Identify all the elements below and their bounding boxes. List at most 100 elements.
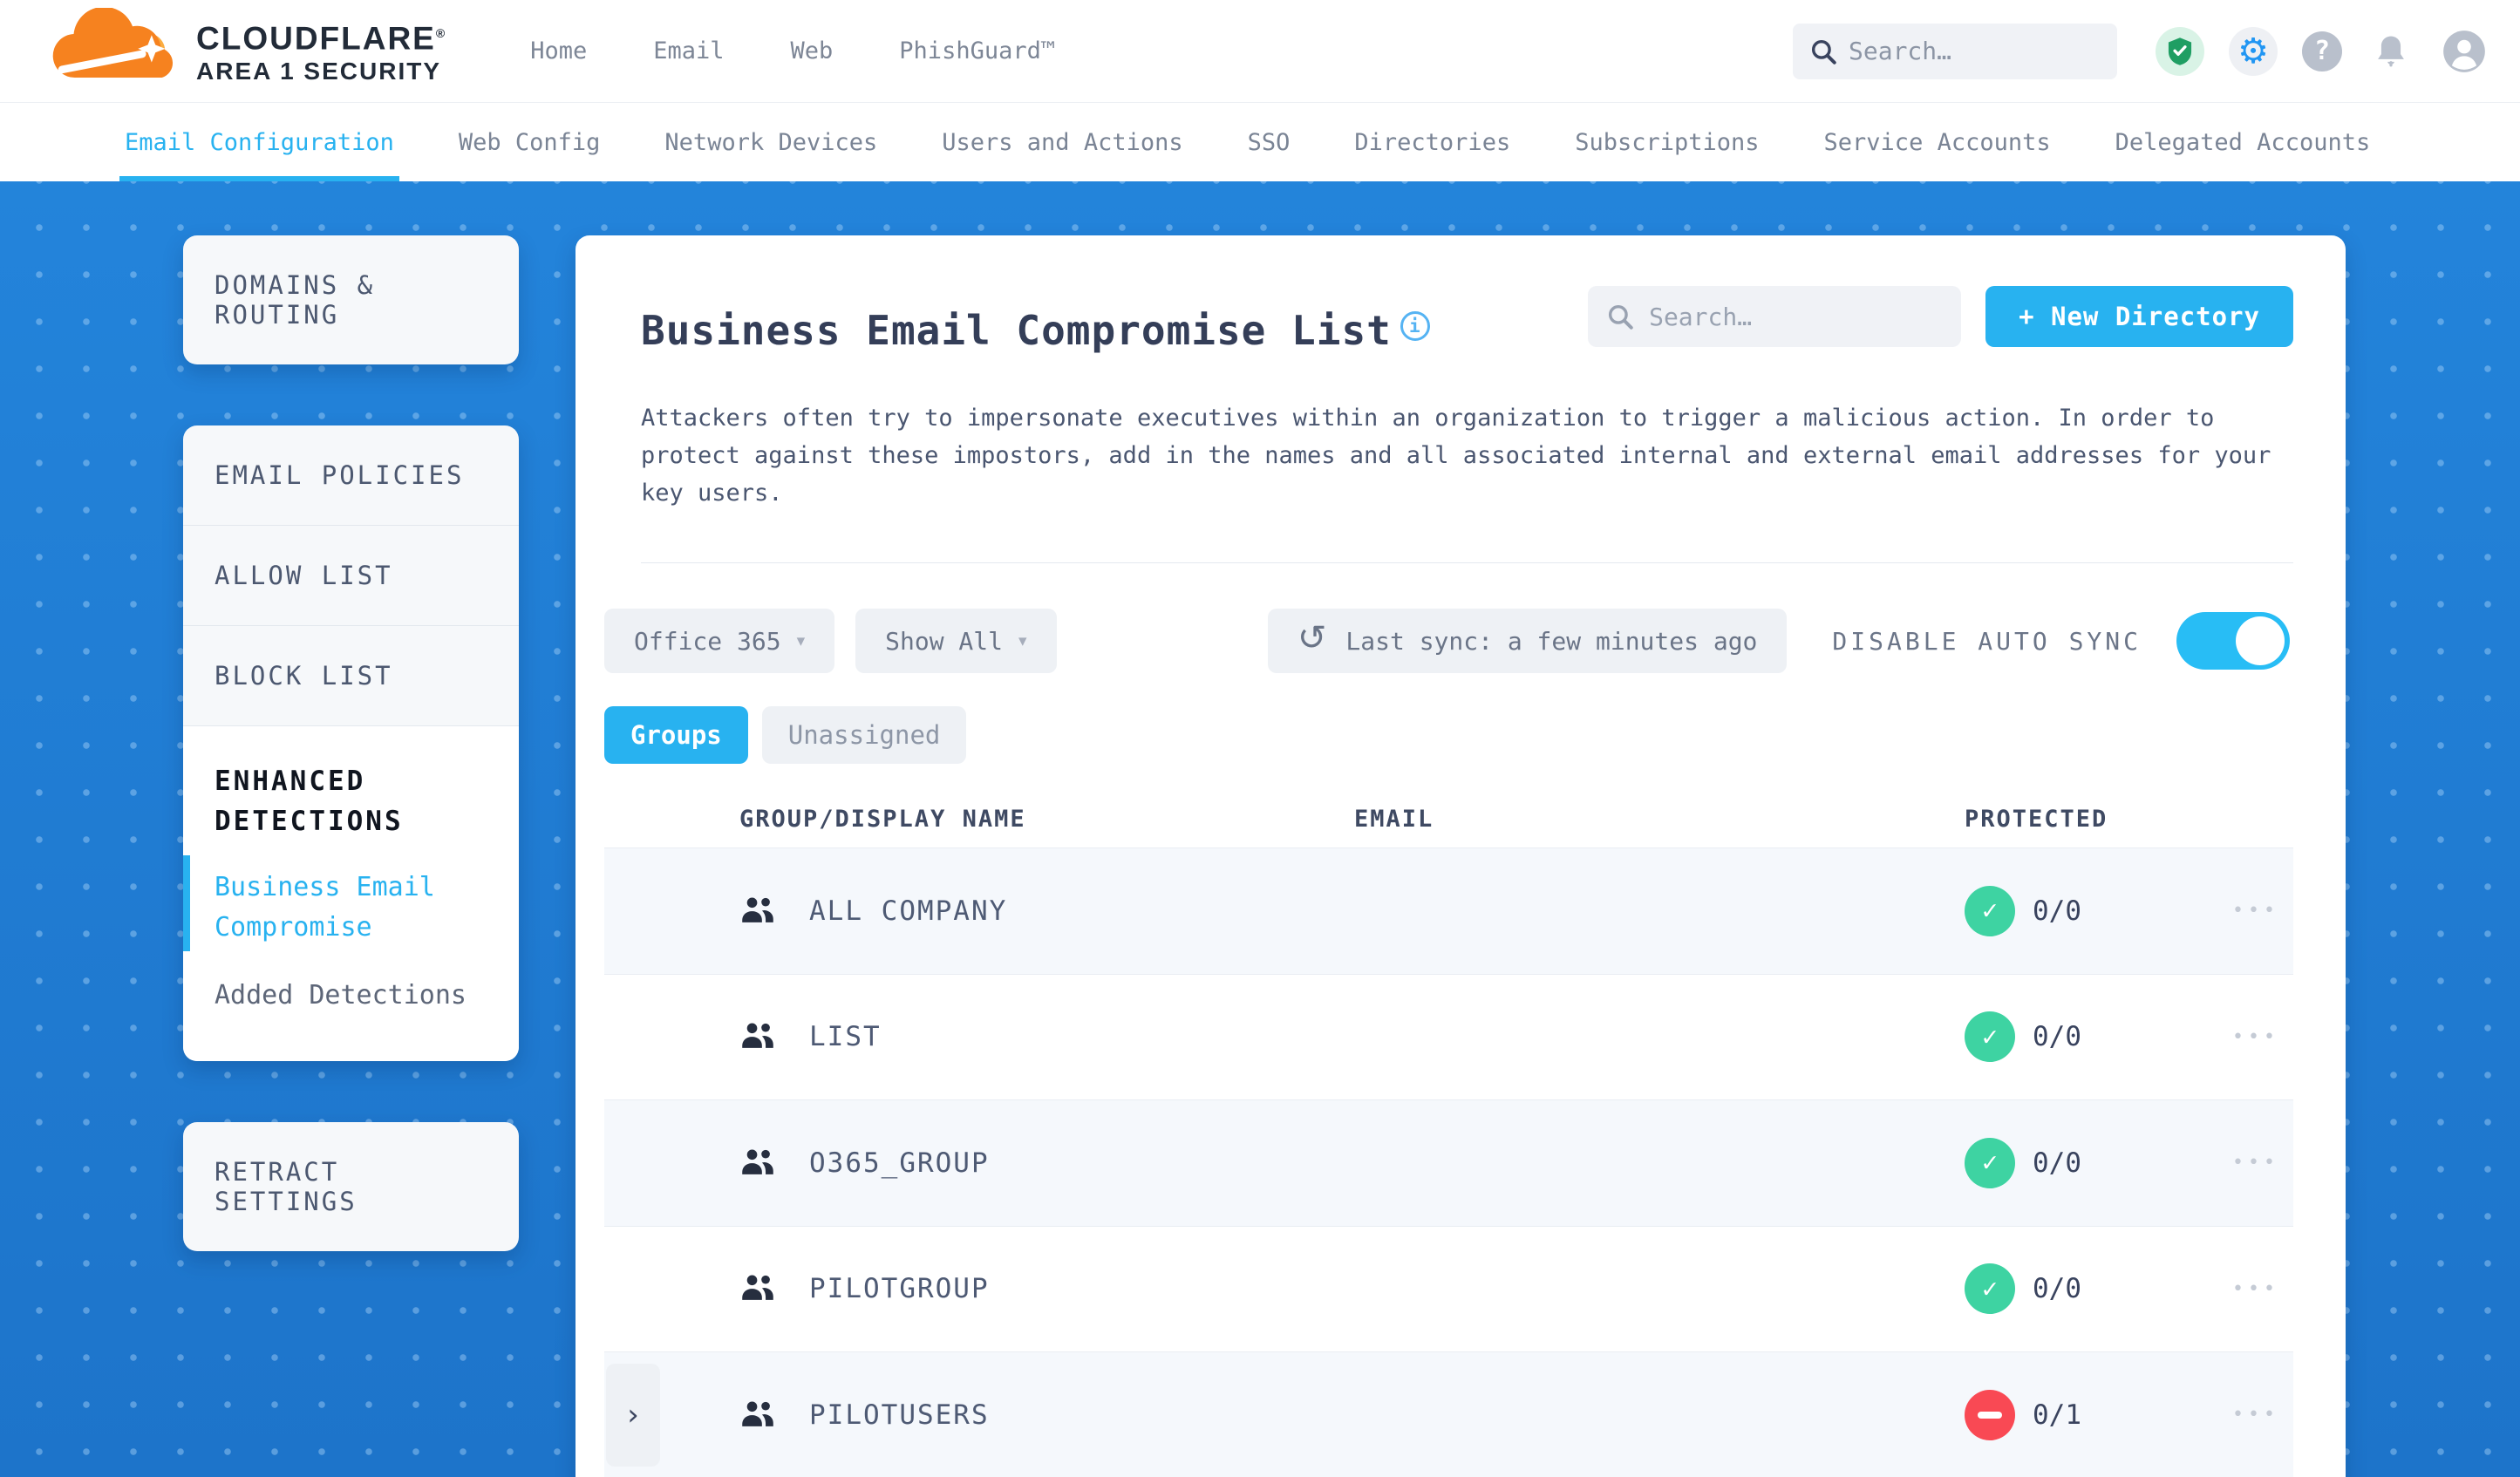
auto-sync-toggle[interactable] (2176, 612, 2290, 670)
protected-count: 0/0 (2033, 1021, 2081, 1053)
protected-status-icon: ✓ (1965, 885, 2015, 936)
primary-nav: Home Email Web PhishGuard™ (530, 37, 1055, 65)
main-panel: Business Email Compromise List i + New Di… (576, 235, 2346, 1477)
help-icon[interactable]: ? (2302, 31, 2342, 71)
nav-home[interactable]: Home (530, 37, 587, 65)
show-filter-value: Show All (885, 626, 1003, 656)
panel-search (1588, 286, 1962, 347)
top-header: CLOUDFLARE® AREA 1 SECURITY Home Email W… (0, 0, 2520, 103)
directory-type-value: Office 365 (634, 626, 781, 656)
sidebar-item-email-policies[interactable]: EMAIL POLICIES (183, 425, 519, 526)
header-search-input[interactable] (1793, 23, 2117, 79)
sidebar-item-block-list[interactable]: BLOCK LIST (183, 626, 519, 726)
group-icon (739, 1147, 776, 1179)
last-sync-button[interactable]: ↺ Last sync: a few minutes ago (1267, 609, 1788, 673)
header-search (1793, 23, 2117, 79)
page-description: Attackers often try to impersonate execu… (641, 405, 2271, 507)
table-row[interactable]: PILOTGROUP ✓ 0/0 ••• (604, 1225, 2293, 1352)
table-row[interactable]: O365_GROUP ✓ 0/0 ••• (604, 1099, 2293, 1226)
group-icon (739, 895, 776, 927)
group-name: ALL COMPANY (809, 895, 1008, 927)
tab-users-and-actions[interactable]: Users and Actions (942, 103, 1182, 181)
protected-count: 0/0 (2033, 895, 2081, 927)
sidebar-item-enhanced-detections[interactable]: ENHANCED DETECTIONS (183, 756, 519, 847)
directory-type-dropdown[interactable]: Office 365 ▾ (604, 609, 835, 673)
group-tabs: Groups Unassigned (604, 706, 2293, 764)
page: CLOUDFLARE® AREA 1 SECURITY Home Email W… (0, 0, 2520, 1477)
group-name: PILOTUSERS (809, 1399, 990, 1431)
panel-search-input[interactable] (1588, 286, 1962, 347)
brand-text: CLOUDFLARE® AREA 1 SECURITY (196, 16, 446, 85)
notifications-bell-icon[interactable] (2367, 27, 2415, 76)
sidebar-card-policies: EMAIL POLICIES ALLOW LIST BLOCK LIST ENH… (183, 425, 519, 1061)
sidebar: DOMAINS & ROUTING EMAIL POLICIES ALLOW L… (183, 235, 519, 1477)
tab-service-accounts[interactable]: Service Accounts (1824, 103, 2051, 181)
sidebar-section-enhanced-detections: ENHANCED DETECTIONS Business Email Compr… (183, 726, 519, 1061)
security-shield-icon[interactable] (2156, 26, 2204, 76)
col-group-display-name: GROUP/DISPLAY NAME (739, 805, 1026, 833)
protected-status-icon: ✓ (1965, 1263, 2015, 1315)
row-menu-button[interactable]: ••• (2232, 1278, 2279, 1300)
row-menu-button[interactable]: ••• (2232, 1152, 2279, 1174)
tab-subscriptions[interactable]: Subscriptions (1575, 103, 1759, 181)
tab-email-configuration[interactable]: Email Configuration (119, 103, 399, 181)
groups-table: GROUP/DISPLAY NAME EMAIL PROTECTED ALL C… (604, 790, 2293, 1477)
content: DOMAINS & ROUTING EMAIL POLICIES ALLOW L… (0, 181, 2520, 1477)
settings-gear-icon[interactable]: ⚙ (2229, 26, 2278, 76)
tab-web-config[interactable]: Web Config (459, 103, 601, 181)
cloudflare-logo-icon (52, 7, 174, 78)
search-icon (1811, 39, 1836, 65)
row-menu-button[interactable]: ••• (2232, 900, 2279, 922)
tab-groups[interactable]: Groups (604, 706, 748, 764)
row-menu-button[interactable]: ••• (2232, 1404, 2279, 1426)
col-email: EMAIL (1354, 805, 1434, 833)
group-icon (739, 1273, 776, 1304)
nav-web[interactable]: Web (791, 37, 834, 65)
registered-mark: ® (435, 26, 447, 41)
toggle-knob (2236, 616, 2285, 665)
sidebar-card-domains: DOMAINS & ROUTING (183, 235, 519, 364)
lower-section: Office 365 ▾ Show All ▾ ↺ Last sync: a f… (604, 609, 2293, 1477)
sidebar-item-domains-routing[interactable]: DOMAINS & ROUTING (183, 235, 519, 364)
nav-email[interactable]: Email (653, 37, 724, 65)
tab-network-devices[interactable]: Network Devices (664, 103, 877, 181)
user-avatar-icon[interactable] (2440, 27, 2489, 76)
row-menu-button[interactable]: ••• (2232, 1026, 2279, 1048)
show-filter-dropdown[interactable]: Show All ▾ (855, 609, 1057, 673)
protected-count: 0/0 (2033, 1147, 2081, 1179)
sidebar-item-business-email-compromise[interactable]: Business Email Compromise (183, 847, 519, 955)
sidebar-item-added-detections[interactable]: Added Detections (183, 955, 519, 1023)
brand-name: CLOUDFLARE (196, 20, 436, 57)
sidebar-item-retract-settings[interactable]: RETRACT SETTINGS (183, 1122, 519, 1251)
chevron-down-icon: ▾ (796, 631, 806, 650)
tab-sso[interactable]: SSO (1248, 103, 1291, 181)
protected-status-icon: ✓ (1965, 1137, 2015, 1188)
tab-directories[interactable]: Directories (1354, 103, 1510, 181)
group-name: O365_GROUP (809, 1147, 990, 1179)
col-protected: PROTECTED (1965, 805, 2108, 833)
group-icon (739, 1021, 776, 1052)
cloudflare-brand[interactable]: CLOUDFLARE® AREA 1 SECURITY (45, 7, 446, 95)
controls-row: Office 365 ▾ Show All ▾ ↺ Last sync: a f… (604, 609, 2293, 673)
expand-row-button[interactable]: › (606, 1363, 660, 1467)
last-sync-text: Last sync: a few minutes ago (1345, 626, 1758, 656)
table-row[interactable]: LIST ✓ 0/0 ••• (604, 973, 2293, 1100)
table-row[interactable]: › PILOTUSERS 0/1 ••• (604, 1351, 2293, 1477)
protected-count: 0/0 (2033, 1273, 2081, 1305)
nav-phishguard[interactable]: PhishGuard™ (899, 37, 1055, 65)
new-directory-button[interactable]: + New Directory (1985, 286, 2293, 347)
protected-count: 0/1 (2033, 1399, 2081, 1431)
group-name: PILOTGROUP (809, 1273, 990, 1305)
page-title: Business Email Compromise List i (641, 286, 1430, 354)
info-icon[interactable]: i (1400, 311, 1430, 341)
table-row[interactable]: ALL COMPANY ✓ 0/0 ••• (604, 847, 2293, 974)
tab-delegated-accounts[interactable]: Delegated Accounts (2115, 103, 2371, 181)
search-icon (1609, 304, 1633, 330)
table-header: GROUP/DISPLAY NAME EMAIL PROTECTED (604, 790, 2293, 847)
sidebar-item-allow-list[interactable]: ALLOW LIST (183, 526, 519, 626)
tab-unassigned[interactable]: Unassigned (761, 706, 967, 764)
unprotected-status-icon (1965, 1389, 2015, 1440)
protected-status-icon: ✓ (1965, 1011, 2015, 1063)
brand-subname: AREA 1 SECURITY (196, 57, 442, 85)
group-name: LIST (809, 1021, 882, 1053)
